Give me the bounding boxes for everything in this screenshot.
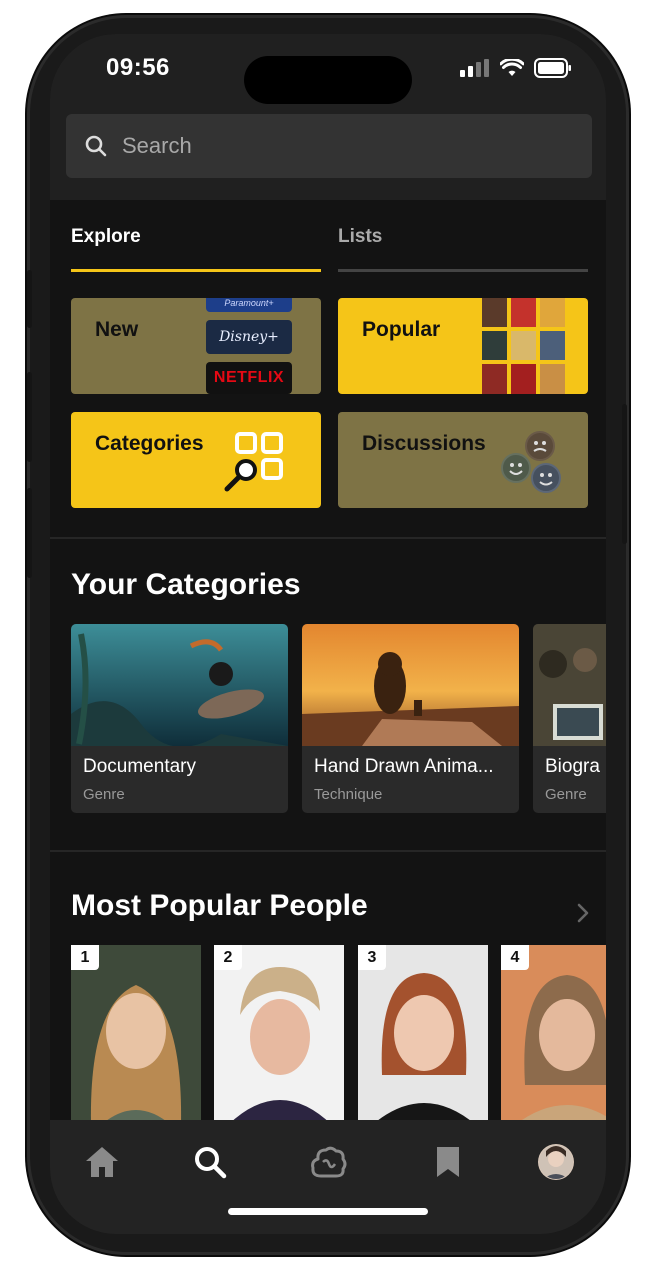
tile-categories-label: Categories	[95, 432, 204, 455]
battery-icon	[534, 58, 571, 78]
poster-collage	[482, 298, 566, 394]
paramount-logo: Paramount+	[206, 298, 292, 312]
person-photo	[71, 945, 201, 1125]
tab-lists[interactable]: Lists	[338, 226, 588, 272]
tile-new[interactable]: New Paramount+ Disney+ NETFLIX	[71, 298, 321, 394]
tile-popular[interactable]: Popular	[338, 298, 588, 394]
rank-badge: 2	[214, 945, 242, 970]
tile-popular-label: Popular	[362, 318, 441, 341]
person-card[interactable]: 2	[214, 945, 344, 1125]
mute-switch	[27, 270, 32, 328]
category-title: Documentary	[83, 756, 196, 777]
category-subtitle: Genre	[83, 786, 125, 803]
rank-badge: 3	[358, 945, 386, 970]
volume-up-button	[27, 372, 32, 462]
animation-thumbnail	[302, 624, 519, 746]
grid-search-icon	[224, 432, 283, 492]
popular-people-title: Most Popular People	[71, 889, 368, 922]
search-icon	[195, 1147, 227, 1179]
search-icon	[85, 135, 107, 157]
home-icon	[86, 1147, 118, 1177]
nav-profile[interactable]	[534, 1140, 578, 1184]
bottom-navigation	[50, 1120, 606, 1234]
tile-discussions[interactable]: Discussions	[338, 412, 588, 508]
netflix-logo: NETFLIX	[206, 362, 292, 394]
nav-stream[interactable]	[306, 1140, 350, 1184]
status-bar: 09:56	[50, 34, 606, 104]
person-card[interactable]: 3	[358, 945, 488, 1125]
rank-badge: 1	[71, 945, 99, 970]
category-title: Hand Drawn Anima...	[314, 756, 494, 777]
search-input[interactable]	[122, 133, 542, 159]
status-time: 09:56	[106, 54, 170, 81]
section-divider	[50, 850, 606, 852]
biography-thumbnail	[533, 624, 606, 746]
dynamic-island	[244, 56, 412, 104]
category-card[interactable]: Documentary Genre	[71, 624, 288, 813]
category-subtitle: Technique	[314, 786, 383, 803]
tile-discussions-label: Discussions	[362, 432, 486, 455]
nav-home[interactable]	[80, 1140, 124, 1184]
nav-search[interactable]	[188, 1140, 232, 1184]
comedy-tragedy-masks-icon	[501, 431, 561, 493]
person-photo	[501, 945, 606, 1125]
profile-avatar	[538, 1144, 574, 1180]
category-title: Biogra	[545, 756, 600, 777]
nav-watchlist[interactable]	[426, 1140, 470, 1184]
category-card[interactable]: Hand Drawn Anima... Technique	[302, 624, 519, 813]
category-card[interactable]: Biogra Genre	[533, 624, 606, 813]
tile-new-label: New	[95, 318, 139, 341]
person-card[interactable]: 1	[71, 945, 201, 1125]
category-subtitle: Genre	[545, 786, 587, 803]
cellular-signal-icon	[460, 59, 489, 77]
home-indicator[interactable]	[228, 1208, 428, 1215]
tab-explore[interactable]: Explore	[71, 226, 321, 272]
search-bar[interactable]	[66, 114, 592, 178]
section-divider	[50, 537, 606, 539]
wifi-icon	[500, 59, 524, 76]
status-icons	[460, 58, 572, 78]
tab-bar: Explore Lists	[71, 226, 589, 272]
disney-plus-logo: Disney+	[206, 320, 292, 354]
person-card[interactable]: 4	[501, 945, 606, 1125]
cloud-icon	[311, 1146, 347, 1178]
tile-categories[interactable]: Categories	[71, 412, 321, 508]
person-photo	[358, 945, 488, 1125]
chevron-right-icon[interactable]	[576, 902, 590, 924]
rank-badge: 4	[501, 945, 529, 970]
your-categories-title: Your Categories	[71, 568, 301, 601]
documentary-thumbnail	[71, 624, 288, 746]
app-screen: 09:56 Search Explore Lists New Paramount…	[50, 34, 606, 1234]
person-photo	[214, 945, 344, 1125]
power-button	[622, 404, 627, 544]
volume-down-button	[27, 488, 32, 578]
bookmark-icon	[437, 1147, 459, 1177]
